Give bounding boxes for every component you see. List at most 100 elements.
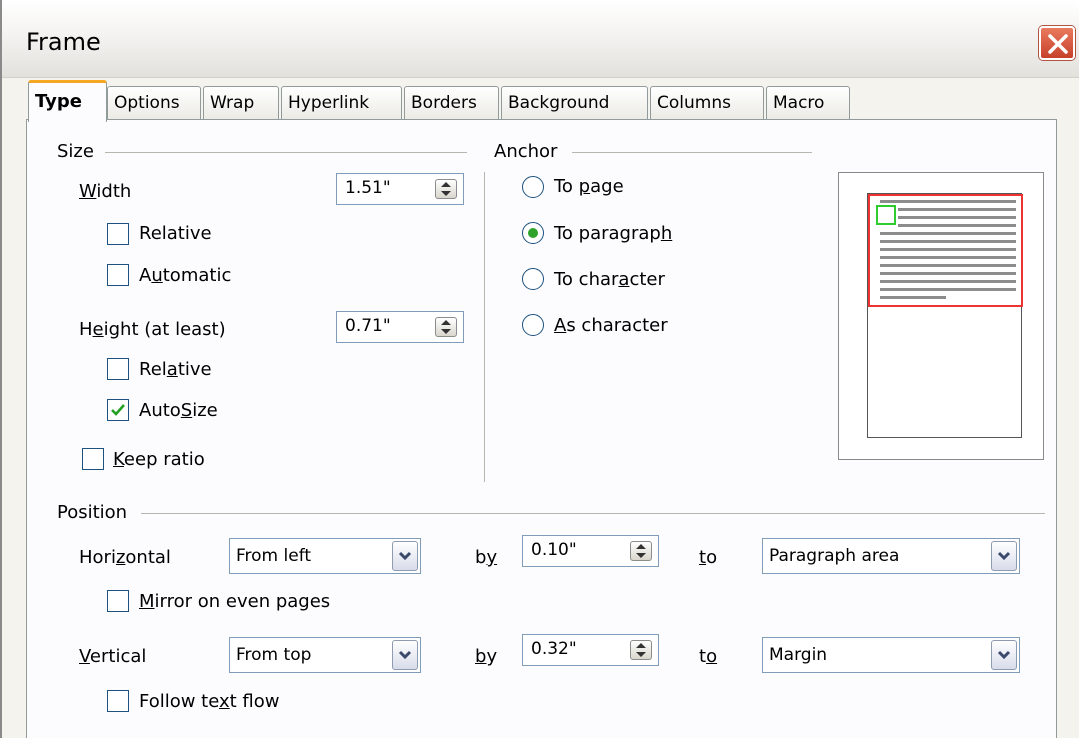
preview-text-line bbox=[898, 208, 1016, 211]
to-character-radio[interactable] bbox=[522, 268, 544, 290]
horizontal-by-label: by bbox=[475, 547, 498, 568]
horizontal-dropdown-button[interactable] bbox=[392, 541, 418, 571]
width-automatic-checkbox[interactable] bbox=[107, 264, 129, 286]
height-relative-checkbox[interactable] bbox=[107, 358, 129, 380]
tab-options[interactable]: Options bbox=[107, 86, 201, 120]
spin-arrows-icon bbox=[441, 320, 451, 334]
width-value: 1.51" bbox=[345, 178, 391, 198]
preview-text-line bbox=[880, 264, 1016, 267]
tab-background[interactable]: Background bbox=[501, 86, 648, 120]
preview-text-line bbox=[880, 288, 1016, 291]
tab-columns[interactable]: Columns bbox=[650, 86, 764, 120]
tab-label: Wrap bbox=[210, 93, 255, 113]
width-spin-buttons[interactable] bbox=[435, 179, 457, 199]
close-icon bbox=[1048, 34, 1068, 54]
vertical-by-spin-buttons[interactable] bbox=[630, 640, 652, 660]
size-group-line bbox=[105, 152, 467, 153]
dropdown-arrow-icon bbox=[997, 551, 1011, 561]
tab-label: Hyperlink bbox=[288, 93, 370, 113]
autosize-checkbox[interactable] bbox=[107, 399, 129, 421]
preview-text-line bbox=[880, 248, 1016, 251]
position-group-label: Position bbox=[57, 502, 128, 523]
dropdown-arrow-icon bbox=[997, 650, 1011, 660]
preview-text-line bbox=[880, 200, 1016, 203]
dropdown-arrow-icon bbox=[398, 551, 412, 561]
tab-label: Options bbox=[114, 93, 180, 113]
size-anchor-separator bbox=[484, 172, 485, 482]
vertical-to-value: Margin bbox=[769, 645, 828, 665]
horizontal-value: From left bbox=[236, 546, 312, 566]
size-group-label: Size bbox=[57, 141, 94, 162]
vertical-to-label: to bbox=[699, 646, 718, 667]
to-paragraph-label: To paragraph bbox=[554, 223, 673, 244]
tab-label: Background bbox=[508, 93, 610, 113]
to-page-radio[interactable] bbox=[522, 176, 544, 198]
height-label: Height (at least) bbox=[79, 319, 226, 340]
width-label: Width bbox=[79, 181, 132, 202]
title-bar: Frame bbox=[2, 0, 1079, 78]
tab-hyperlink[interactable]: Hyperlink bbox=[281, 86, 402, 120]
spin-arrows-icon bbox=[441, 182, 451, 196]
frame-dialog: Frame Type Options Wrap Hyperlink Border… bbox=[0, 0, 1079, 738]
preview-anchor-marker bbox=[876, 205, 896, 225]
spin-arrows-icon bbox=[636, 544, 646, 558]
follow-text-flow-checkbox[interactable] bbox=[107, 690, 129, 712]
height-spin-buttons[interactable] bbox=[435, 317, 457, 337]
horizontal-label: Horizontal bbox=[79, 547, 171, 568]
preview-text-line bbox=[880, 296, 946, 299]
horizontal-to-select[interactable]: Paragraph area bbox=[762, 538, 1020, 574]
keep-ratio-checkbox[interactable] bbox=[82, 448, 104, 470]
tab-type[interactable]: Type bbox=[28, 80, 107, 122]
close-button[interactable] bbox=[1039, 26, 1075, 60]
vertical-dropdown-button[interactable] bbox=[392, 640, 418, 670]
tab-macro[interactable]: Macro bbox=[766, 86, 850, 120]
vertical-to-select[interactable]: Margin bbox=[762, 637, 1020, 673]
horizontal-by-spin-buttons[interactable] bbox=[630, 541, 652, 561]
horizontal-select[interactable]: From left bbox=[229, 538, 421, 574]
preview-text-line bbox=[880, 280, 1016, 283]
preview-text-line bbox=[880, 256, 1016, 259]
window-title: Frame bbox=[26, 28, 101, 56]
preview-text-line bbox=[898, 216, 1016, 219]
horizontal-to-dropdown-button[interactable] bbox=[991, 541, 1017, 571]
height-relative-label: Relative bbox=[139, 359, 212, 380]
to-page-label: To page bbox=[554, 176, 624, 197]
mirror-checkbox[interactable] bbox=[107, 590, 129, 612]
tab-borders[interactable]: Borders bbox=[404, 86, 499, 120]
preview-text-line bbox=[898, 224, 1016, 227]
vertical-by-spinbox[interactable]: 0.32" bbox=[522, 634, 659, 666]
vertical-to-dropdown-button[interactable] bbox=[991, 640, 1017, 670]
vertical-select[interactable]: From top bbox=[229, 637, 421, 673]
to-paragraph-radio[interactable] bbox=[522, 222, 544, 244]
width-spinbox[interactable]: 1.51" bbox=[336, 173, 464, 205]
spin-arrows-icon bbox=[636, 643, 646, 657]
tab-label: Macro bbox=[773, 93, 825, 113]
width-relative-label: Relative bbox=[139, 223, 212, 244]
as-character-radio[interactable] bbox=[522, 314, 544, 336]
horizontal-to-value: Paragraph area bbox=[769, 546, 900, 566]
horizontal-by-spinbox[interactable]: 0.10" bbox=[522, 535, 659, 567]
preview-text-line bbox=[880, 240, 1016, 243]
width-automatic-label: Automatic bbox=[139, 265, 232, 286]
dropdown-arrow-icon bbox=[398, 650, 412, 660]
preview-text-line bbox=[880, 232, 1016, 235]
follow-text-flow-label: Follow text flow bbox=[139, 691, 280, 712]
tab-label: Type bbox=[35, 91, 82, 112]
vertical-value: From top bbox=[236, 645, 312, 665]
mirror-label: Mirror on even pages bbox=[139, 591, 331, 612]
width-relative-checkbox[interactable] bbox=[107, 223, 129, 245]
horizontal-by-value: 0.10" bbox=[531, 540, 577, 560]
vertical-by-value: 0.32" bbox=[531, 639, 577, 659]
checkmark-icon bbox=[111, 404, 125, 416]
height-spinbox[interactable]: 0.71" bbox=[336, 311, 464, 343]
anchor-preview bbox=[838, 172, 1044, 460]
vertical-by-label: by bbox=[475, 646, 498, 667]
keep-ratio-label: Keep ratio bbox=[113, 449, 205, 470]
to-character-label: To character bbox=[554, 269, 665, 290]
preview-page bbox=[867, 193, 1023, 438]
tab-wrap[interactable]: Wrap bbox=[203, 86, 279, 120]
as-character-label: As character bbox=[554, 315, 668, 336]
height-value: 0.71" bbox=[345, 316, 391, 336]
autosize-label: AutoSize bbox=[139, 400, 218, 421]
anchor-group-label: Anchor bbox=[494, 141, 558, 162]
